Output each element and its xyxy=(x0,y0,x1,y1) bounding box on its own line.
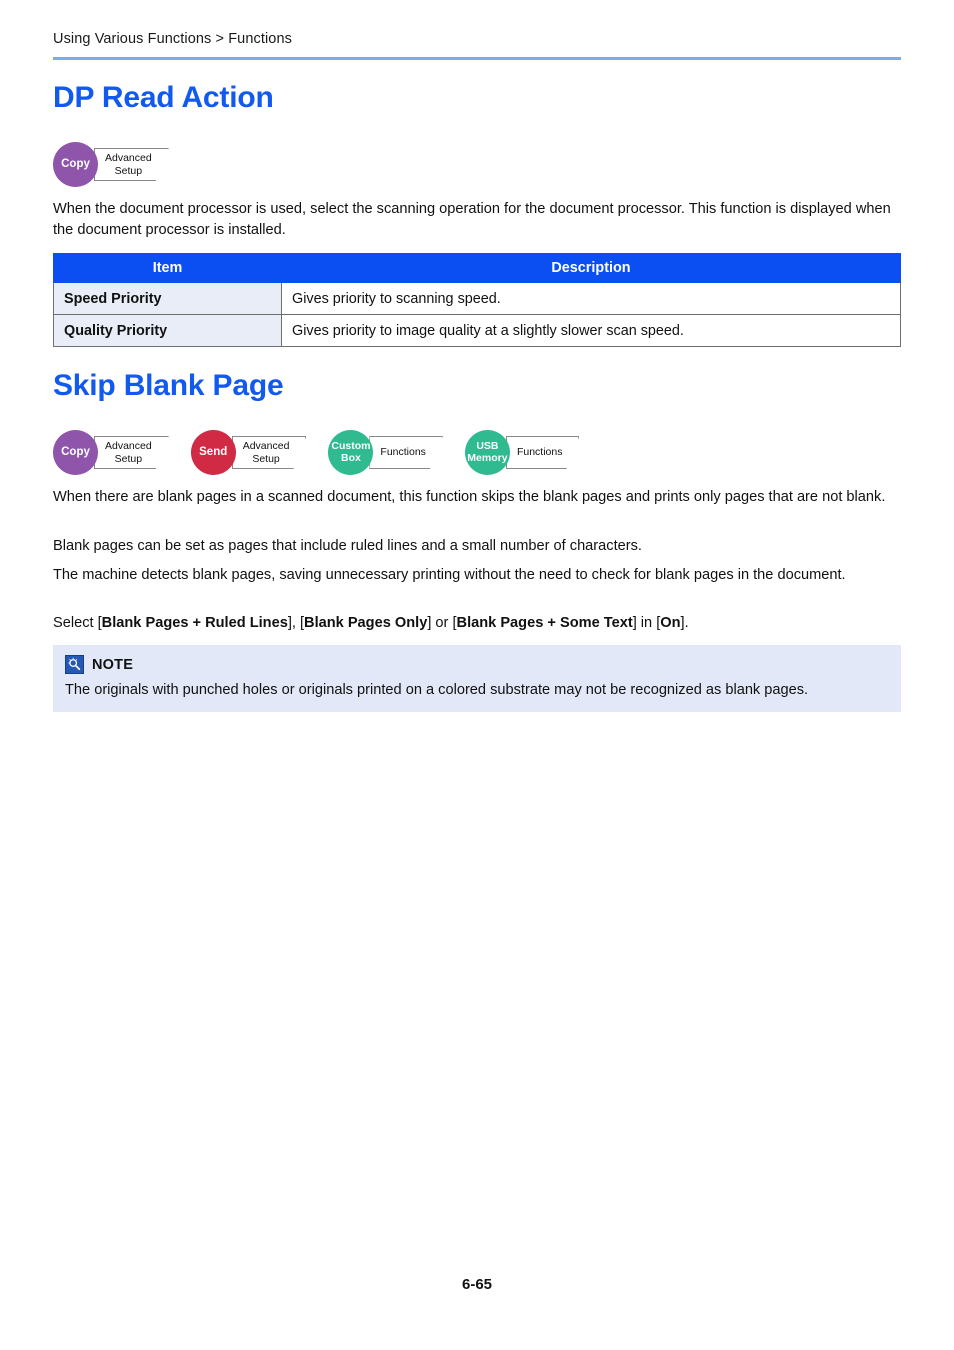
mode-circle-copy: Copy xyxy=(53,142,98,187)
option-blank-pages-some-text: Blank Pages + Some Text xyxy=(456,615,633,631)
select-sep-2: ] or [ xyxy=(427,615,457,631)
option-blank-pages-ruled-lines: Blank Pages + Ruled Lines xyxy=(101,615,288,631)
paragraph-skip-ruled-lines: Blank pages can be set as pages that inc… xyxy=(53,538,642,554)
mode-circle-label: Send xyxy=(199,446,228,459)
note-header: NOTE xyxy=(65,655,889,674)
mode-circle-label: Custom Box xyxy=(331,440,371,464)
paragraph-skip-select-options: Select [Blank Pages + Ruled Lines], [Bla… xyxy=(53,613,901,634)
table-header-item: Item xyxy=(53,253,282,283)
menu-path-tab: Functions xyxy=(369,436,443,469)
breadcrumb: Using Various Functions > Functions xyxy=(53,31,292,47)
dp-read-action-table: Item Description Speed Priority Gives pr… xyxy=(53,253,901,347)
select-prefix: Select [ xyxy=(53,615,102,631)
table-row: Speed Priority Gives priority to scannin… xyxy=(53,282,901,315)
mode-circle-label: USB Memory xyxy=(467,440,508,464)
table-cell-description: Gives priority to scanning speed. xyxy=(281,282,901,315)
page-title-skip-blank-page: Skip Blank Page xyxy=(53,369,284,402)
mode-badge-group: Custom Box Functions xyxy=(328,430,443,475)
select-sep-1: ], [ xyxy=(287,615,305,631)
menu-path-tab: Advanced Setup xyxy=(94,148,169,181)
select-sep-3: ] in [ xyxy=(632,615,661,631)
menu-path-label: Advanced Setup xyxy=(105,440,152,465)
table-cell-item: Speed Priority xyxy=(53,282,282,315)
option-on: On xyxy=(660,615,681,631)
mode-circle-custom-box: Custom Box xyxy=(328,430,374,475)
mode-circle-label: Copy xyxy=(61,158,90,171)
option-blank-pages-only: Blank Pages Only xyxy=(304,615,428,631)
menu-path-label: Functions xyxy=(380,446,426,459)
table-header-description: Description xyxy=(281,253,901,283)
menu-path-tab: Advanced Setup xyxy=(232,436,307,469)
mode-circle-send: Send xyxy=(190,430,236,475)
page-title-dp-read-action: DP Read Action xyxy=(53,81,274,114)
note-magnifier-icon xyxy=(65,655,84,674)
paragraph-skip-intro: When there are blank pages in a scanned … xyxy=(53,489,886,505)
table-row: Quality Priority Gives priority to image… xyxy=(53,314,901,347)
mode-badges-dp-read-action: Copy Advanced Setup xyxy=(53,142,169,187)
table-cell-item: Quality Priority xyxy=(53,314,282,347)
note-callout: NOTE The originals with punched holes or… xyxy=(53,645,901,713)
mode-badges-skip-blank-page: Copy Advanced Setup Send Advanced Setup … xyxy=(53,430,579,475)
header-divider xyxy=(53,57,901,60)
menu-path-label: Functions xyxy=(516,446,563,459)
mode-badge-group: Copy Advanced Setup xyxy=(53,430,169,475)
note-text: The originals with punched holes or orig… xyxy=(65,682,809,698)
mode-circle-copy: Copy xyxy=(53,430,98,475)
paragraph-dp-intro: When the document processor is used, sel… xyxy=(53,201,891,238)
note-label: NOTE xyxy=(92,656,134,673)
select-suffix: ]. xyxy=(680,615,689,631)
mode-circle-label: Copy xyxy=(61,446,90,459)
mode-badge-group: USB Memory Functions xyxy=(464,430,580,475)
page-number: 6-65 xyxy=(461,1276,493,1293)
paragraph-skip-detection: The machine detects blank pages, saving … xyxy=(53,567,846,583)
mode-badge-group: Send Advanced Setup xyxy=(190,430,307,475)
menu-path-tab: Functions xyxy=(506,436,580,469)
document-page: Using Various Functions > Functions DP R… xyxy=(0,0,954,1350)
table-header-row: Item Description xyxy=(53,253,901,283)
menu-path-label: Advanced Setup xyxy=(242,440,290,465)
mode-circle-usb-memory: USB Memory xyxy=(464,430,510,475)
menu-path-label: Advanced Setup xyxy=(105,152,152,177)
table-cell-description: Gives priority to image quality at a sli… xyxy=(281,314,901,347)
menu-path-tab: Advanced Setup xyxy=(94,436,169,469)
mode-badge-group: Copy Advanced Setup xyxy=(53,142,169,187)
